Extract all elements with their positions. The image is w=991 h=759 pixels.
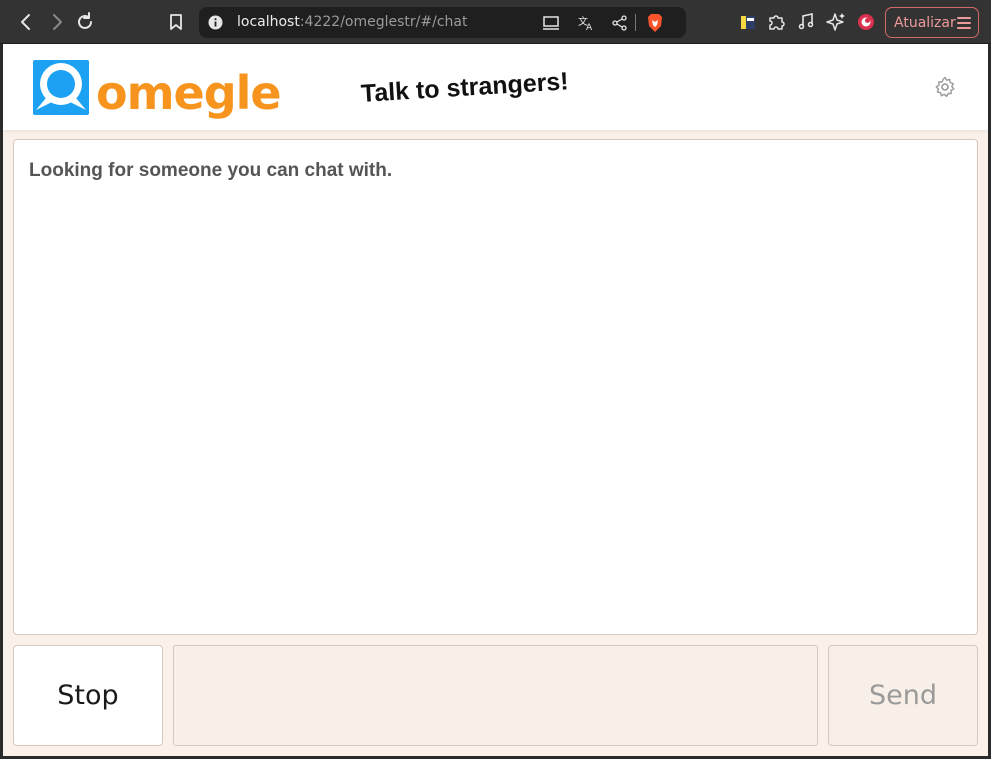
profile-icon[interactable] [853,9,879,35]
logo-mark-icon [33,60,89,115]
cast-icon[interactable] [542,14,560,37]
menu-icon [957,17,971,32]
settings-gear-icon[interactable] [932,74,958,100]
url-host: localhost [237,14,300,30]
stop-label: Stop [57,680,119,711]
logo-text: omegle [96,66,282,120]
reload-icon[interactable] [72,9,98,35]
site-info-icon[interactable] [208,15,223,35]
back-icon[interactable] [14,9,40,35]
address-bar[interactable]: localhost:4222/omeglestr/#/chat 文A [199,7,686,38]
browser-toolbar: localhost:4222/omeglestr/#/chat 文A Atual… [0,0,991,44]
music-icon[interactable] [793,9,819,35]
send-button[interactable]: Send [828,645,978,746]
chat-log: Looking for someone you can chat with. [13,139,978,635]
page: omegle Talk to strangers! Looking for so… [3,44,988,756]
url-path: :4222/omeglestr/#/chat [299,14,468,30]
update-label: Atualizar [894,15,956,31]
message-input[interactable] [173,645,818,746]
stop-button[interactable]: Stop [13,645,163,746]
share-icon[interactable] [611,14,629,37]
puzzle-icon[interactable] [763,9,789,35]
update-button[interactable]: Atualizar [885,7,979,38]
url-text: localhost:4222/omeglestr/#/chat [237,14,467,30]
translate-icon[interactable]: 文A [577,14,595,37]
svg-text:A: A [586,23,593,32]
send-label: Send [868,680,937,711]
status-message: Looking for someone you can chat with. [29,160,393,181]
site-logo[interactable]: omegle [32,58,282,118]
sparkle-icon[interactable] [823,9,849,35]
brave-shield-icon[interactable] [646,13,664,38]
url-divider [635,14,636,31]
bookmark-icon[interactable] [163,9,189,35]
forward-icon[interactable] [43,9,69,35]
site-header: omegle Talk to strangers! [3,44,988,130]
extension-icon[interactable] [735,9,761,35]
tagline: Talk to strangers! [360,67,570,108]
